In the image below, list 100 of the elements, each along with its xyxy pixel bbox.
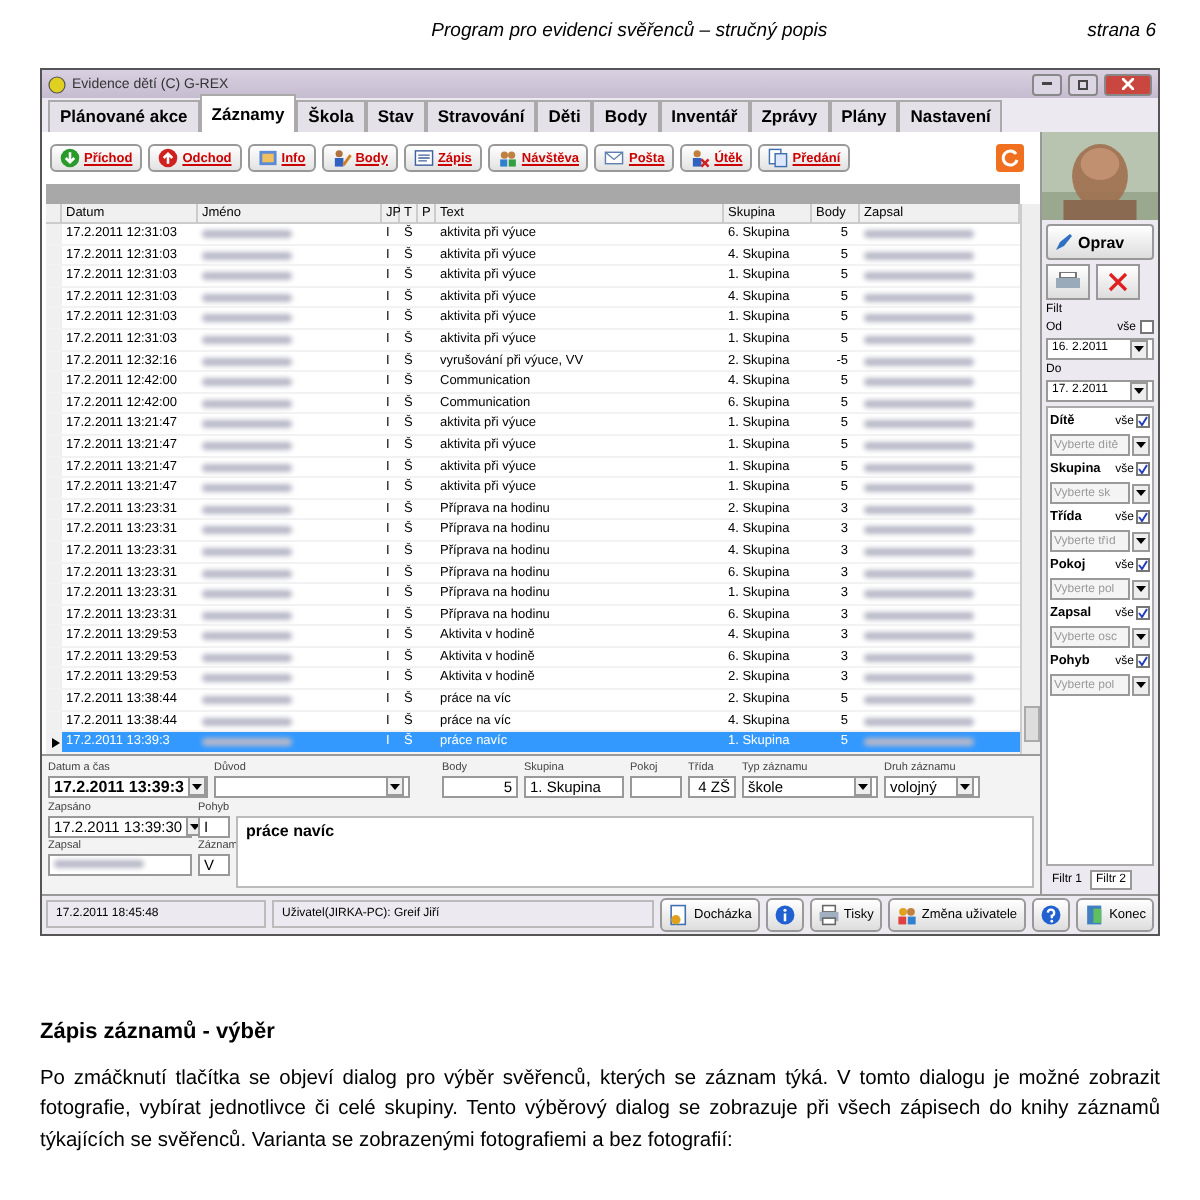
blurred-name <box>202 463 292 472</box>
blurred-name <box>202 335 292 344</box>
blurred-name <box>202 293 292 302</box>
print-button[interactable] <box>1046 264 1090 300</box>
scrollbar[interactable] <box>1020 204 1040 754</box>
blurred-name <box>864 357 974 366</box>
tab[interactable]: Nastavení <box>898 100 1003 132</box>
blurred-name <box>864 420 974 429</box>
tab[interactable]: Plánované akce <box>48 100 200 132</box>
maximize-button[interactable] <box>1068 73 1098 95</box>
blurred-name <box>864 696 974 705</box>
blurred-name <box>202 653 292 662</box>
delete-button[interactable] <box>1096 264 1140 300</box>
blurred-name <box>864 611 974 620</box>
clipboard-icon <box>668 903 691 926</box>
blurred-name <box>864 251 974 260</box>
blurred-name <box>864 569 974 577</box>
tab[interactable]: Děti <box>536 100 593 132</box>
maximize-icon <box>1078 79 1088 89</box>
minimize-button[interactable] <box>1032 73 1062 95</box>
person-pencil-icon <box>331 148 352 168</box>
arrow-up-icon <box>158 148 179 168</box>
blurred-name <box>864 632 974 641</box>
blurred-name <box>864 505 974 514</box>
header-corner <box>46 204 62 224</box>
blurred-name <box>202 738 292 747</box>
door-icon <box>1083 903 1106 926</box>
picture-icon <box>257 148 278 168</box>
blurred-name <box>202 611 292 620</box>
blurred-name <box>864 738 974 747</box>
blurred-name <box>202 441 292 450</box>
help-icon <box>1039 903 1062 926</box>
blurred-name <box>202 420 292 429</box>
tab[interactable]: Stav <box>365 100 426 132</box>
blurred-name <box>864 335 974 344</box>
printer-icon <box>817 903 840 926</box>
blurred-name <box>202 590 292 599</box>
blurred-name <box>864 547 974 556</box>
blurred-name <box>202 230 292 238</box>
close-icon <box>1108 272 1128 292</box>
blurred-name <box>864 293 974 302</box>
blurred-name <box>864 717 974 726</box>
blurred-name <box>864 484 974 493</box>
input-field[interactable] <box>48 853 192 876</box>
blurred-name <box>202 272 292 281</box>
blurred-name <box>202 717 292 726</box>
blurred-name <box>202 251 292 260</box>
blurred-name <box>864 463 974 472</box>
blurred-name <box>864 230 974 238</box>
blurred-name <box>202 484 292 493</box>
checkbox[interactable] <box>1136 462 1150 476</box>
checkbox[interactable] <box>1136 558 1150 572</box>
tab[interactable]: Inventář <box>659 100 750 132</box>
tab[interactable]: Body <box>592 100 660 132</box>
tab[interactable]: Stravování <box>425 100 537 132</box>
blurred-name <box>864 526 974 535</box>
page-number: strana 6 <box>1087 20 1156 46</box>
checkbox[interactable] <box>1140 320 1154 334</box>
blurred-name <box>202 378 292 387</box>
refresh-icon[interactable] <box>996 144 1024 172</box>
checkbox[interactable] <box>1136 414 1150 428</box>
blurred-name <box>202 399 292 408</box>
arrow-down-icon <box>60 148 80 168</box>
blurred-name <box>202 526 292 535</box>
combo-box[interactable]: 17.2.2011 13:39:3 <box>48 775 208 798</box>
documents-icon <box>768 148 789 168</box>
pencil-icon <box>1054 232 1074 252</box>
edit-button[interactable]: Oprav <box>1046 224 1154 260</box>
blurred-name <box>202 674 292 683</box>
info-icon <box>773 903 796 926</box>
note-field[interactable]: práce navíc <box>236 815 1034 888</box>
tab[interactable]: Plány <box>829 100 899 132</box>
tab[interactable]: Škola <box>296 100 366 132</box>
people-icon <box>497 148 518 168</box>
checkbox[interactable] <box>1136 606 1150 620</box>
blurred-name <box>864 674 974 683</box>
close-button[interactable] <box>1104 73 1152 95</box>
person-cross-icon <box>690 148 711 168</box>
tab[interactable]: Záznamy <box>199 94 297 132</box>
checkbox[interactable] <box>1136 654 1150 668</box>
paragraph: Po zmáčknutí tlačítka se objeví dialog pro výběr svěřenců, kterých se záznam týká. V tomto dialogu je možné zobrazit fotografie, vybírat jednotlivce či celé skupiny. Tento výběrový dialog se zobrazuje při všech zápisech do knihy záznamů týkajících se svěřenců. Varianta se zobrazenými fotografiemi a bez fotografií: <box>40 1065 1160 1156</box>
minimize-icon <box>1042 82 1052 86</box>
input-field[interactable] <box>630 775 682 798</box>
tab[interactable]: Zprávy <box>749 100 830 132</box>
printer-icon <box>1056 272 1080 292</box>
help-button[interactable] <box>1031 897 1070 932</box>
envelope-icon <box>604 148 625 168</box>
blurred-name <box>864 378 974 387</box>
blurred-name <box>864 590 974 599</box>
blurred-name <box>202 569 292 577</box>
blurred-name <box>864 441 974 450</box>
checkbox[interactable] <box>1136 510 1150 524</box>
blurred-name <box>202 505 292 514</box>
blurred-name <box>864 272 974 281</box>
close-icon <box>1122 78 1134 90</box>
section-heading: Zápis záznamů - výběr <box>40 1019 277 1044</box>
blurred-name <box>864 314 974 323</box>
info-button[interactable] <box>765 897 804 932</box>
blurred-name <box>864 653 974 662</box>
blurred-name <box>202 696 292 705</box>
